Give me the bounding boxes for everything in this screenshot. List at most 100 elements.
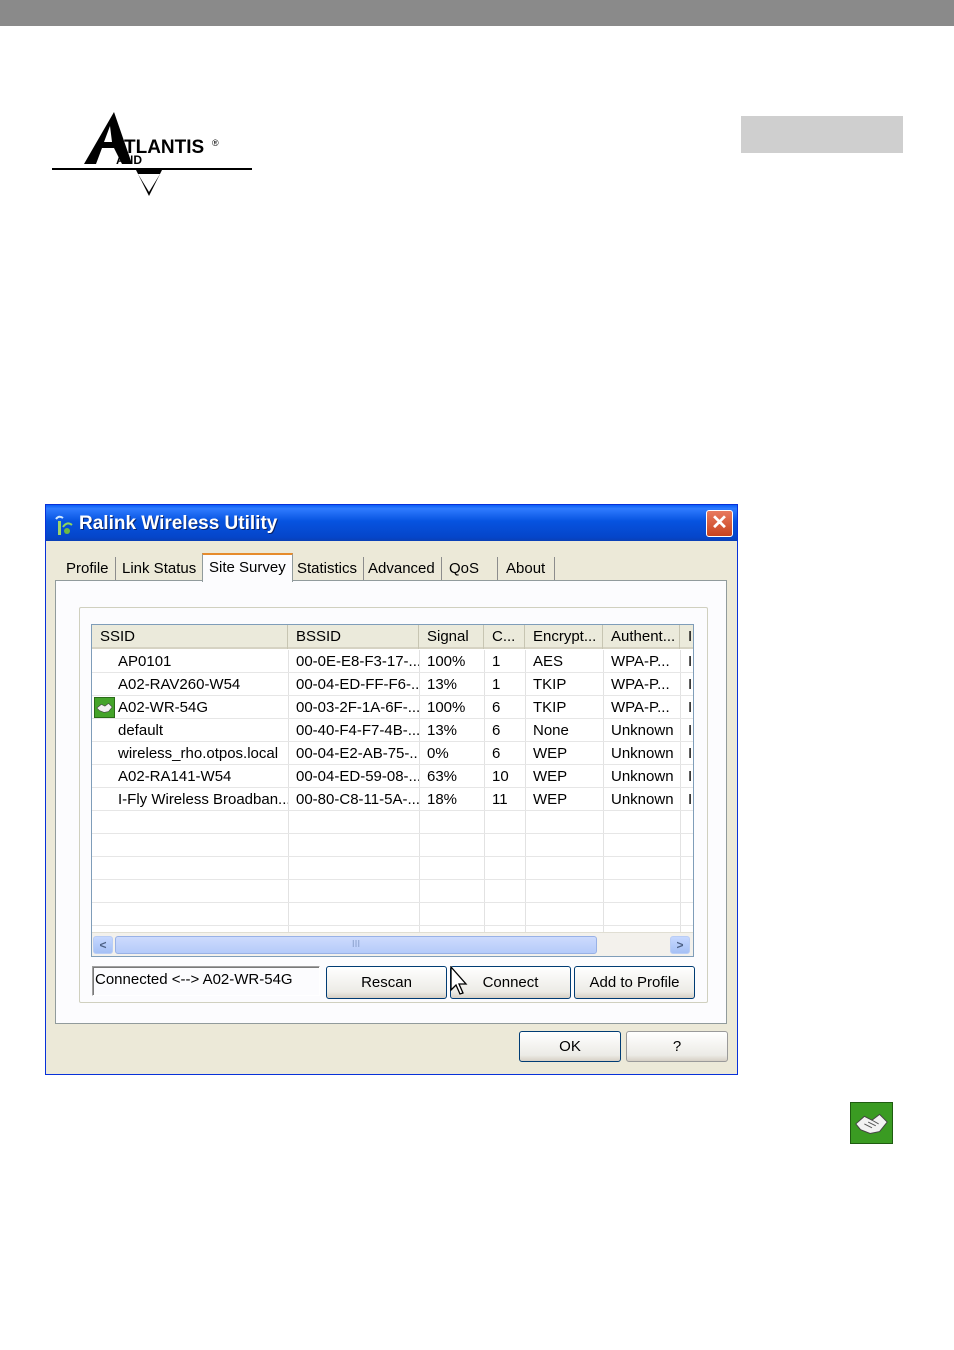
cell-auth: Unknown — [611, 768, 674, 785]
cell-bssid: 00-0E-E8-F3-17-... — [296, 653, 419, 670]
cell-extra: I — [688, 653, 693, 670]
cell-extra: I — [688, 699, 693, 716]
tab-about[interactable]: About — [500, 557, 555, 581]
cell-ssid: I-Fly Wireless Broadban... — [118, 791, 288, 808]
cell-ssid: A02-RAV260-W54 — [118, 676, 241, 693]
cell-signal: 18% — [427, 791, 458, 808]
atlantis-logo: TLANTIS ® AND — [52, 112, 252, 196]
title-bar[interactable]: Ralink Wireless Utility ✕ — [46, 505, 737, 541]
cell-ssid: AP0101 — [118, 653, 172, 670]
table-row — [92, 880, 693, 903]
site-survey-panel: SSID BSSID Signal C... Encrypt... Authen… — [55, 580, 727, 1024]
tab-site-survey[interactable]: Site Survey — [202, 553, 293, 582]
connection-status: Connected <--> A02-WR-54G — [92, 966, 320, 996]
column-header-ssid[interactable]: SSID — [92, 625, 288, 649]
cell-signal: 100% — [427, 699, 466, 716]
cell-encryption: WEP — [533, 745, 568, 762]
mouse-cursor-icon — [450, 966, 468, 995]
cell-auth: Unknown — [611, 745, 674, 762]
cell-bssid: 00-04-E2-AB-75-... — [296, 745, 419, 762]
horizontal-scrollbar[interactable]: < III > — [92, 932, 693, 956]
cell-channel: 6 — [492, 745, 501, 762]
cell-bssid: 00-04-ED-59-08-... — [296, 768, 419, 785]
column-header-authentication[interactable]: Authent... — [603, 625, 680, 649]
list-header: SSID BSSID Signal C... Encrypt... Authen… — [92, 625, 693, 649]
table-row[interactable]: A02-WR-54G 00-03-2F-1A-6F-... 100% 6 TKIP WPA… — [92, 696, 693, 719]
table-row[interactable]: AP0101 00-0E-E8-F3-17-... 100% 1 AES WPA-P...… — [92, 650, 693, 673]
cell-extra: I — [688, 676, 693, 693]
column-header-channel[interactable]: C... — [484, 625, 525, 649]
cell-encryption: WEP — [533, 791, 568, 808]
add-to-profile-button[interactable]: Add to Profile — [574, 966, 695, 999]
cell-extra: I — [688, 791, 693, 808]
tab-qos[interactable]: QoS — [443, 557, 498, 581]
cell-extra: I — [688, 768, 693, 785]
cell-auth: Unknown — [611, 722, 674, 739]
ralink-utility-window: Ralink Wireless Utility ✕ Profile Link S… — [45, 504, 738, 1075]
cell-signal: 100% — [427, 653, 466, 670]
cell-channel: 1 — [492, 676, 501, 693]
table-row — [92, 811, 693, 834]
close-button[interactable]: ✕ — [706, 510, 733, 537]
rescan-button[interactable]: Rescan — [326, 966, 447, 999]
tab-advanced[interactable]: Advanced — [362, 557, 442, 581]
cell-encryption: WEP — [533, 768, 568, 785]
cell-auth: WPA-P... — [611, 699, 670, 716]
column-header-signal[interactable]: Signal — [419, 625, 484, 649]
logo-subtext: AND — [116, 153, 142, 167]
table-row — [92, 903, 693, 926]
cell-extra: I — [688, 745, 693, 762]
cell-channel: 6 — [492, 722, 501, 739]
column-header-bssid[interactable]: BSSID — [288, 625, 419, 649]
cell-encryption: AES — [533, 653, 564, 670]
cell-extra: I — [688, 722, 693, 739]
ok-button[interactable]: OK — [519, 1031, 621, 1062]
cell-signal: 0% — [427, 745, 449, 762]
table-row — [92, 857, 693, 880]
table-row — [92, 834, 693, 857]
top-rule — [0, 0, 954, 26]
table-row[interactable]: A02-RA141-W54 00-04-ED-59-08-... 63% 10 WEP U… — [92, 765, 693, 788]
table-row[interactable]: default 00-40-F4-F7-4B-... 13% 6 None Unknown… — [92, 719, 693, 742]
network-list[interactable]: SSID BSSID Signal C... Encrypt... Authen… — [91, 624, 694, 957]
tab-statistics[interactable]: Statistics — [291, 557, 365, 581]
cell-bssid: 00-80-C8-11-5A-... — [296, 791, 419, 808]
cell-ssid: wireless_rho.otpos.local — [118, 745, 279, 762]
tab-profile[interactable]: Profile — [60, 557, 116, 581]
column-header-encryption[interactable]: Encrypt... — [525, 625, 603, 649]
cell-signal: 13% — [427, 722, 458, 739]
cell-bssid: 00-40-F4-F7-4B-... — [296, 722, 419, 739]
wireless-utility-icon — [55, 515, 73, 535]
svg-text:®: ® — [212, 138, 219, 148]
cell-auth: WPA-P... — [611, 676, 670, 693]
scroll-right-button[interactable]: > — [670, 936, 690, 954]
scroll-thumb[interactable]: III — [115, 936, 597, 954]
tab-link-status[interactable]: Link Status — [116, 557, 204, 581]
cell-signal: 13% — [427, 676, 458, 693]
cell-bssid: 00-03-2F-1A-6F-... — [296, 699, 419, 716]
cell-auth: WPA-P... — [611, 653, 670, 670]
cell-channel: 10 — [492, 768, 509, 785]
table-row[interactable]: A02-RAV260-W54 00-04-ED-FF-F6-... 13% 1 TKIP… — [92, 673, 693, 696]
table-row[interactable]: I-Fly Wireless Broadban... 00-80-C8-11-5A… — [92, 788, 693, 811]
cell-channel: 11 — [492, 791, 508, 808]
cell-channel: 6 — [492, 699, 501, 716]
connected-handshake-icon — [850, 1102, 893, 1144]
connect-button[interactable]: Connect — [450, 966, 571, 999]
help-button[interactable]: ? — [626, 1031, 728, 1062]
cell-ssid: A02-RA141-W54 — [118, 768, 232, 785]
site-survey-group: SSID BSSID Signal C... Encrypt... Authen… — [79, 607, 708, 1003]
cell-encryption: TKIP — [533, 699, 567, 716]
column-header-extra[interactable]: I — [680, 625, 693, 649]
cell-ssid: A02-WR-54G — [118, 699, 209, 716]
window-title: Ralink Wireless Utility — [79, 513, 278, 534]
scroll-left-button[interactable]: < — [93, 936, 113, 954]
table-row[interactable]: wireless_rho.otpos.local 00-04-E2-AB-75-.… — [92, 742, 693, 765]
cell-encryption: TKIP — [533, 676, 567, 693]
header-tag-box — [741, 116, 903, 153]
cell-bssid: 00-04-ED-FF-F6-... — [296, 676, 419, 693]
cell-channel: 1 — [492, 653, 501, 670]
cell-auth: Unknown — [611, 791, 674, 808]
cell-signal: 63% — [427, 768, 458, 785]
cell-encryption: None — [533, 722, 569, 739]
